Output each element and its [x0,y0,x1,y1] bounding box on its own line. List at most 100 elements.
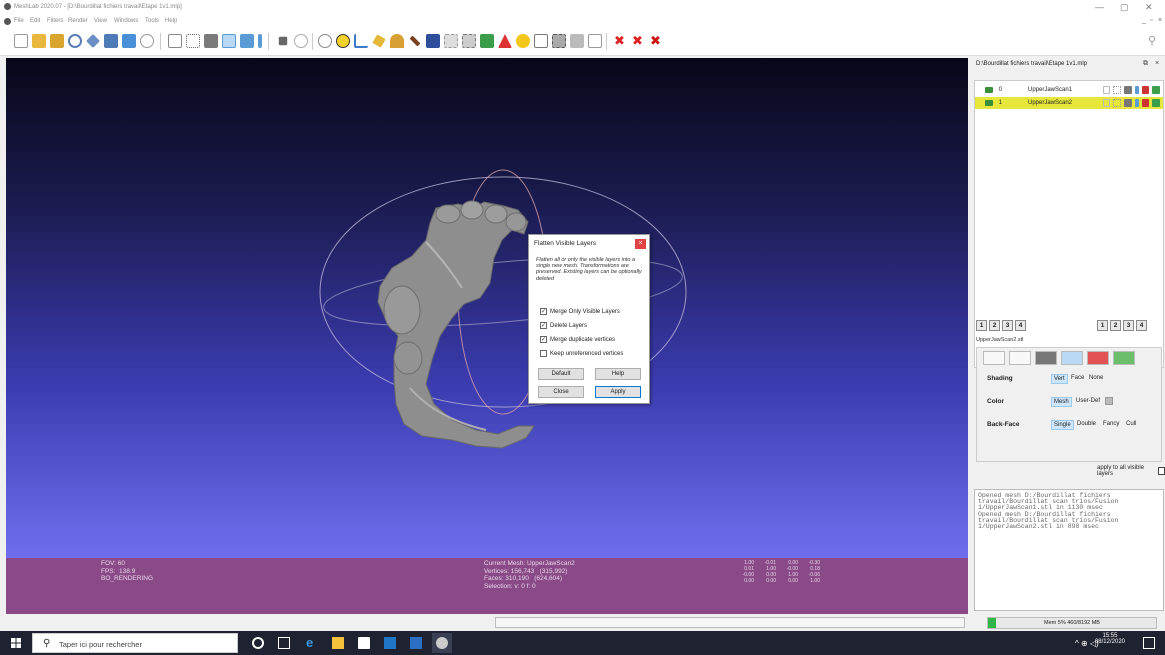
shading-none-option[interactable]: None [1087,374,1105,382]
backface-single-option[interactable]: Single [1051,420,1074,430]
minimize-button[interactable]: — [1095,2,1104,12]
mdi-restore-button[interactable]: ▫ [1150,17,1152,24]
points-render-icon[interactable] [186,34,200,48]
view-4-button[interactable]: 4 [1015,320,1026,331]
bbox-icon[interactable] [1102,99,1111,107]
lighting-icon[interactable] [278,36,288,46]
console-icon[interactable] [140,34,154,48]
dialog-close-icon[interactable]: × [635,239,646,249]
task-view-icon[interactable] [278,637,290,649]
view-1-button[interactable]: 1 [1097,320,1108,331]
menu-file[interactable]: File [14,18,24,24]
flat-render-icon[interactable] [222,34,236,48]
view-3-button[interactable]: 3 [1123,320,1134,331]
quality-mapper-icon[interactable] [498,34,512,48]
layer-row-1[interactable]: 1 UpperJawScan2 [975,97,1163,109]
close-button[interactable]: ✕ [1145,2,1153,13]
merge-visible-checkbox[interactable]: ✓ Merge Only Visible Layers [540,308,620,315]
file-explorer-icon[interactable] [332,637,344,649]
paint-icon[interactable] [372,34,386,48]
mdi-close-button[interactable]: × [1158,17,1162,24]
tab-bbox[interactable] [983,351,1005,365]
color-mesh-option[interactable]: Mesh [1051,397,1072,407]
shading-vert-option[interactable]: Vert [1051,374,1068,384]
wireframe-render-icon[interactable] [204,34,218,48]
points-icon[interactable] [1113,86,1122,94]
taskbar-search-box[interactable]: ⚲ Taper ici pour rechercher [32,633,238,653]
import-mesh-icon[interactable] [50,34,64,48]
layer-row-0[interactable]: 0 UpperJawScan1 [975,84,1163,96]
merge-duplicate-checkbox[interactable]: ✓ Merge duplicate vertices [540,336,615,343]
apply-all-toggle[interactable]: apply to all visible layers [1097,465,1165,477]
view-1-button[interactable]: 1 [976,320,987,331]
tab-texture[interactable] [1113,351,1135,365]
tab-wire[interactable] [1035,351,1057,365]
select-zone-icon[interactable] [480,34,494,48]
app-icon[interactable] [410,637,422,649]
menu-filters[interactable]: Filters [47,18,63,24]
maximize-button[interactable]: ▢ [1120,2,1129,13]
default-button[interactable]: Default [538,368,584,380]
backface-cull-option[interactable]: Cull [1124,420,1138,428]
open-project-icon[interactable] [32,34,46,48]
panel-float-icon[interactable]: ⧉ [1143,60,1148,68]
view-2-button[interactable]: 2 [989,320,1000,331]
menu-help[interactable]: Help [165,18,177,24]
delete-layers-checkbox[interactable]: ✓ Delete Layers [540,322,587,329]
edge-browser-icon[interactable]: e [306,636,318,649]
layer-dialog-icon[interactable] [122,34,136,48]
search-icon[interactable]: ⚲ [1148,34,1162,48]
tray-clock[interactable]: 15:55 08/12/2020 [1095,633,1125,645]
menu-view[interactable]: View [94,18,107,24]
color-icon[interactable] [1141,99,1150,107]
shading-icon[interactable] [1134,86,1139,94]
visibility-eye-icon[interactable] [985,87,993,93]
windows-start-icon[interactable] [11,638,21,648]
help-button[interactable]: Help [595,368,641,380]
tab-solid[interactable] [1061,351,1083,365]
manipulator-icon[interactable] [318,34,332,48]
smooth-render-icon[interactable] [240,34,254,48]
shading-icon[interactable] [1134,99,1139,107]
snapshot-icon[interactable] [104,34,118,48]
visibility-eye-icon[interactable] [985,100,993,106]
wire-icon[interactable] [1124,99,1132,107]
select-vertices-icon[interactable] [444,34,458,48]
reference-icon[interactable] [534,34,548,48]
store-icon[interactable] [358,637,370,649]
fancy-light-icon[interactable] [294,34,308,48]
measure-icon[interactable] [354,34,368,48]
notification-icon[interactable] [1143,637,1155,649]
bbox-render-icon[interactable] [168,34,182,48]
menu-edit[interactable]: Edit [30,18,40,24]
apply-button[interactable]: Apply [595,386,641,398]
points-icon[interactable] [1113,99,1122,107]
keep-unreferenced-checkbox[interactable]: Keep unreferenced vertices [540,350,623,357]
shading-face-option[interactable]: Face [1069,374,1086,382]
color-swatch[interactable] [1105,397,1113,405]
align-icon[interactable] [336,34,350,48]
reload-icon[interactable] [68,34,82,48]
decorations-icon[interactable] [588,34,602,48]
view-4-button[interactable]: 4 [1136,320,1147,331]
texture-render-icon[interactable] [258,34,262,48]
3d-viewport[interactable] [6,58,968,558]
view-3-button[interactable]: 3 [1002,320,1013,331]
raster-align-icon[interactable] [552,34,566,48]
tab-points[interactable] [1009,351,1031,365]
texture-param-icon[interactable] [570,34,584,48]
checkbox-empty-icon[interactable] [1157,467,1165,475]
select-faces-icon[interactable] [426,34,440,48]
mdi-minimize-button[interactable]: _ [1142,17,1146,24]
color-icon[interactable] [1141,86,1150,94]
view-2-button[interactable]: 2 [1110,320,1121,331]
export-mesh-icon[interactable] [86,34,100,48]
new-project-icon[interactable] [14,34,28,48]
pickpoints-icon[interactable] [409,35,421,47]
panel-close-icon[interactable]: × [1155,60,1159,67]
menu-render[interactable]: Render [68,18,88,24]
color-userdef-option[interactable]: User-Def [1074,397,1102,405]
meshlab-taskbar-button[interactable] [432,633,452,653]
mail-icon[interactable] [384,637,396,649]
cortana-icon[interactable] [252,637,264,649]
